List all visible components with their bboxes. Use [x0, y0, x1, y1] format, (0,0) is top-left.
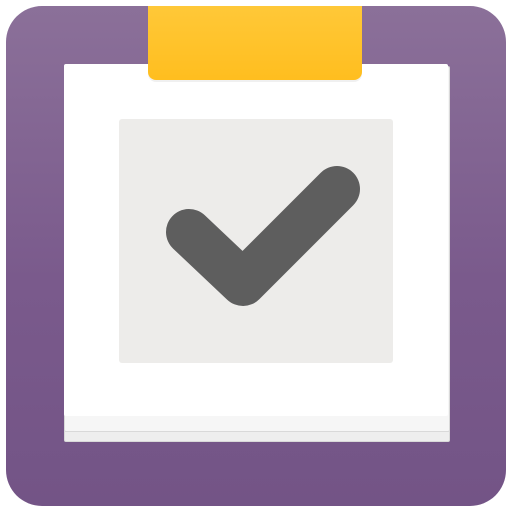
clipboard-app-icon[interactable]: [6, 6, 506, 506]
checkbox-panel: [119, 119, 393, 363]
checkmark-icon: [166, 166, 360, 306]
clipboard-clip: [148, 6, 362, 80]
